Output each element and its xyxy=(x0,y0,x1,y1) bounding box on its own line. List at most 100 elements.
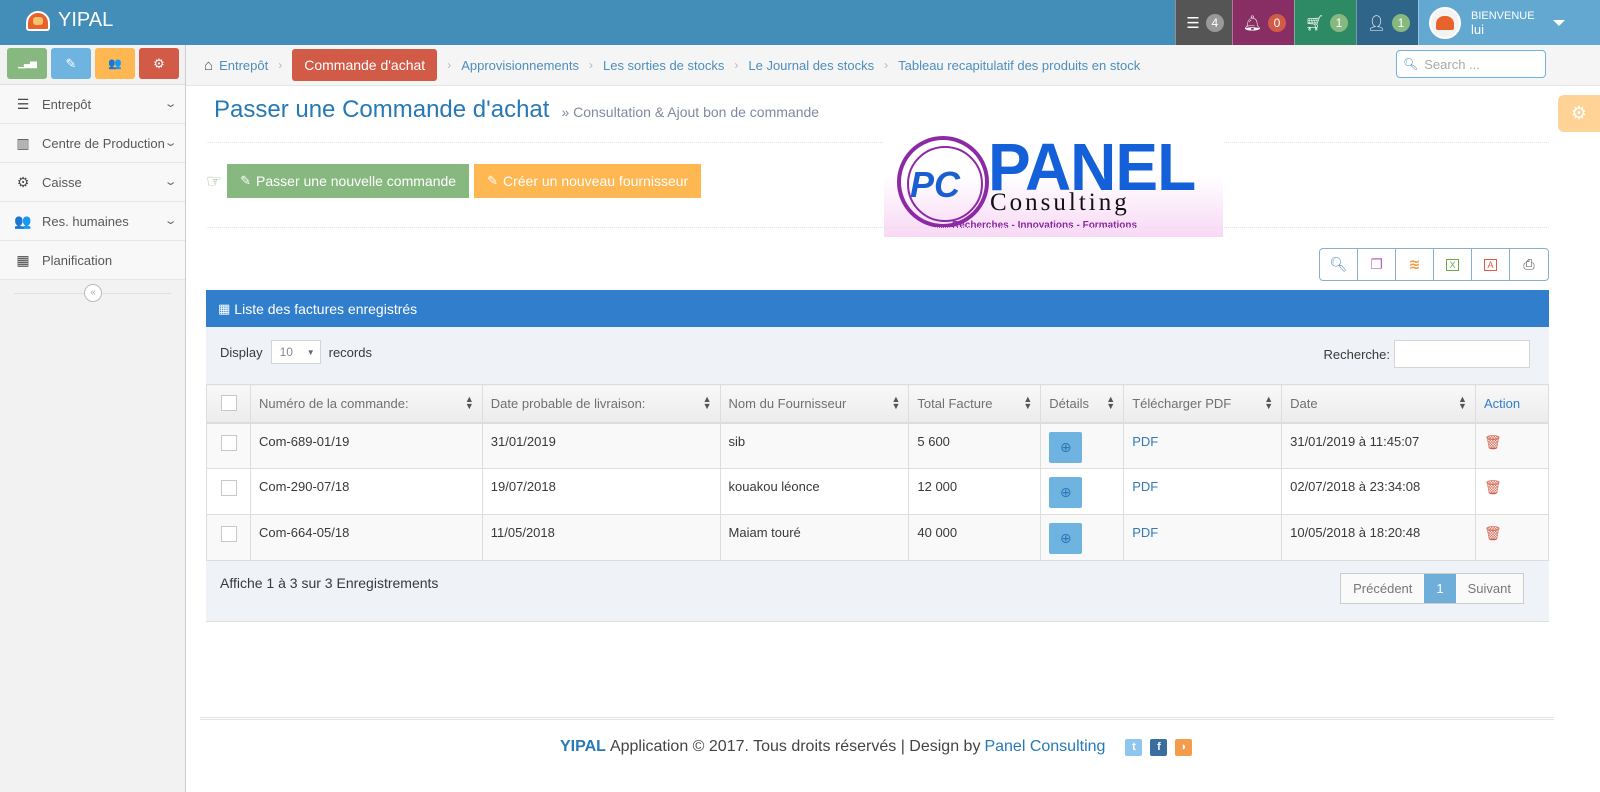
footer-copyright: Application © 2017. Tous droits réservés… xyxy=(609,738,981,755)
tasks-icon: ☰ xyxy=(1186,14,1200,32)
pagination-previous[interactable]: Précédent xyxy=(1341,574,1424,603)
user-icon: 👤︎ xyxy=(1366,14,1386,32)
trash-icon[interactable]: 🗑︎ xyxy=(1484,434,1502,450)
details-button[interactable]: ⊕ xyxy=(1049,477,1083,508)
nav-search-input[interactable] xyxy=(1424,56,1535,72)
column-header-total[interactable]: Total Facture ▲ ▼ xyxy=(908,384,1042,424)
divider xyxy=(206,227,1549,228)
logo-tagline: Recherches - Innovations - Formations xyxy=(952,220,1138,231)
column-header-numero[interactable]: Numéro de la commande: ▲ ▼ xyxy=(249,384,483,424)
details-button[interactable]: ⊕ xyxy=(1049,431,1083,463)
search-tool-button[interactable]: 🔍︎ xyxy=(1320,249,1358,280)
select-arrow-icon: ▼ xyxy=(306,347,315,357)
sidebar-item-label: Caisse xyxy=(42,174,82,190)
sort-icon: ▲ ▼ xyxy=(891,394,901,411)
breadcrumb-item[interactable]: Le Journal des stocks xyxy=(748,58,874,73)
database-tool-button[interactable]: ≋ xyxy=(1396,249,1434,280)
chevron-down-icon: ⌄ xyxy=(163,176,178,188)
facebook-icon[interactable]: f xyxy=(1150,738,1168,756)
breadcrumb-home[interactable]: ⌂ Entrepôt xyxy=(204,57,268,74)
settings-toggle-button[interactable]: ⚙ xyxy=(1558,95,1600,132)
footer-designer-link[interactable]: Panel Consulting xyxy=(984,738,1105,756)
brand[interactable]: YIPAL xyxy=(26,9,113,32)
zoom-in-icon: ⊕ xyxy=(1059,438,1072,455)
sidebar-item-label: Res. humaines xyxy=(42,213,129,229)
shortcut-cogs-button[interactable]: ⚙ xyxy=(139,48,179,79)
page-title: Passer une Commande d'achat xyxy=(214,96,550,123)
sidebar-item-entrepot[interactable]: ☰ Entrepôt ⌄ xyxy=(0,85,185,124)
app-name: YIPAL xyxy=(58,9,114,31)
column-header-fournisseur[interactable]: Nom du Fournisseur ▲ ▼ xyxy=(719,384,910,424)
search-icon: 🔍︎ xyxy=(1329,256,1348,272)
column-header-date[interactable]: Date ▲ ▼ xyxy=(1281,384,1476,424)
pdf-download-link[interactable]: PDF xyxy=(1132,434,1158,449)
sidebar-item-centre-de-production[interactable]: ▥ Centre de Production ⌄ xyxy=(0,124,185,163)
trash-icon[interactable]: 🗑︎ xyxy=(1484,525,1502,541)
breadcrumb-separator: › xyxy=(588,58,593,72)
sort-icon: ▲ ▼ xyxy=(1458,394,1467,411)
users-dropdown[interactable]: 👤︎ 1 xyxy=(1355,0,1418,45)
notifications-badge: 0 xyxy=(1267,13,1286,32)
cell-total: 12 000 xyxy=(908,468,1042,515)
twitter-icon[interactable]: t xyxy=(1125,738,1143,756)
avatar xyxy=(1429,6,1461,39)
username: lui xyxy=(1471,21,1485,37)
home-icon: ⌂ xyxy=(204,56,214,74)
display-label: Display xyxy=(220,344,263,360)
print-icon: ⎙ xyxy=(1523,256,1535,272)
row-checkbox[interactable] xyxy=(221,526,237,542)
sidebar-item-caisse[interactable]: ⚙ Caisse ⌄ xyxy=(0,163,185,202)
sidebar-item-planification[interactable]: ▦ Planification xyxy=(0,241,185,280)
pdf-export-button[interactable]: A xyxy=(1472,249,1510,280)
notifications-dropdown[interactable]: 🔔︎ 0 xyxy=(1231,0,1294,45)
welcome-block: BIENVENUE lui xyxy=(1471,10,1535,36)
pdf-download-link[interactable]: PDF xyxy=(1132,525,1158,540)
pagination-page[interactable]: 1 xyxy=(1424,574,1456,603)
logo-sub: Consulting xyxy=(990,189,1130,216)
edit-icon: ✎ xyxy=(487,173,498,188)
sidebar-item-res-humaines[interactable]: 👥 Res. humaines ⌄ xyxy=(0,202,185,241)
breadcrumb-item[interactable]: Les sorties de stocks xyxy=(603,58,724,73)
signal-icon: ▁▃▅ xyxy=(18,58,37,68)
chevron-down-icon: ⌄ xyxy=(163,137,178,149)
breadcrumb-item[interactable]: Tableau recapitulatif des produits en st… xyxy=(898,58,1140,73)
users-icon: 👥 xyxy=(108,58,122,70)
shortcut-pencil-button[interactable]: ✎ xyxy=(51,48,91,79)
tasks-badge: 4 xyxy=(1205,13,1224,32)
list-icon: ☰ xyxy=(16,95,30,112)
table-panel-title: Liste des factures enregistrés xyxy=(234,300,418,317)
breadcrumb-item[interactable]: Approvisionnements xyxy=(461,58,579,73)
cart-dropdown[interactable]: 🛒︎ 1 xyxy=(1293,0,1356,45)
new-order-button[interactable]: ✎ Passer une nouvelle commande xyxy=(227,164,470,198)
print-button[interactable]: ⎙ xyxy=(1510,249,1548,280)
breadcrumb-separator: › xyxy=(734,58,739,72)
new-supplier-button[interactable]: ✎ Créer un nouveau fournisseur xyxy=(474,164,702,198)
column-header-details[interactable]: Détails ▲ ▼ xyxy=(1040,384,1125,424)
shortcut-signal-button[interactable]: ▁▃▅ xyxy=(7,48,47,79)
breadcrumb-active[interactable]: Commande d'achat xyxy=(292,49,438,81)
excel-export-button[interactable]: X xyxy=(1434,249,1472,280)
table-search-input[interactable] xyxy=(1394,340,1530,368)
pagination-next[interactable]: Suivant xyxy=(1456,574,1523,603)
sidebar-collapse-bar: « xyxy=(0,280,185,307)
row-checkbox[interactable] xyxy=(221,434,237,451)
filter-label: Recherche: xyxy=(1323,346,1390,362)
shortcut-users-button[interactable]: 👥 xyxy=(95,48,135,79)
select-all-header xyxy=(206,384,251,424)
sidebar-collapse-button[interactable]: « xyxy=(84,284,102,302)
tasks-dropdown[interactable]: ☰ 4 xyxy=(1175,0,1232,45)
pdf-download-link[interactable]: PDF xyxy=(1132,479,1158,494)
select-all-checkbox[interactable] xyxy=(221,395,237,412)
trash-icon[interactable]: 🗑︎ xyxy=(1484,479,1502,495)
column-header-date-livraison[interactable]: Date probable de livraison: ▲ ▼ xyxy=(481,384,721,424)
sidebar: ▁▃▅ ✎ 👥 ⚙ ☰ Entrepôt ⌄ ▥ Centre de Produ… xyxy=(0,45,186,792)
file-excel-icon: X xyxy=(1446,258,1459,271)
page-size-select[interactable]: 10 ▼ xyxy=(270,340,321,364)
details-button[interactable]: ⊕ xyxy=(1049,523,1083,554)
rss-icon[interactable]: ◗ xyxy=(1175,738,1193,756)
column-header-pdf[interactable]: Télécharger PDF ▲ ▼ xyxy=(1123,384,1283,424)
copy-tool-button[interactable]: ❐ xyxy=(1358,249,1396,280)
user-profile-dropdown[interactable]: BIENVENUE lui xyxy=(1418,0,1600,45)
row-checkbox[interactable] xyxy=(221,480,237,496)
new-order-label: Passer une nouvelle commande xyxy=(256,173,457,189)
